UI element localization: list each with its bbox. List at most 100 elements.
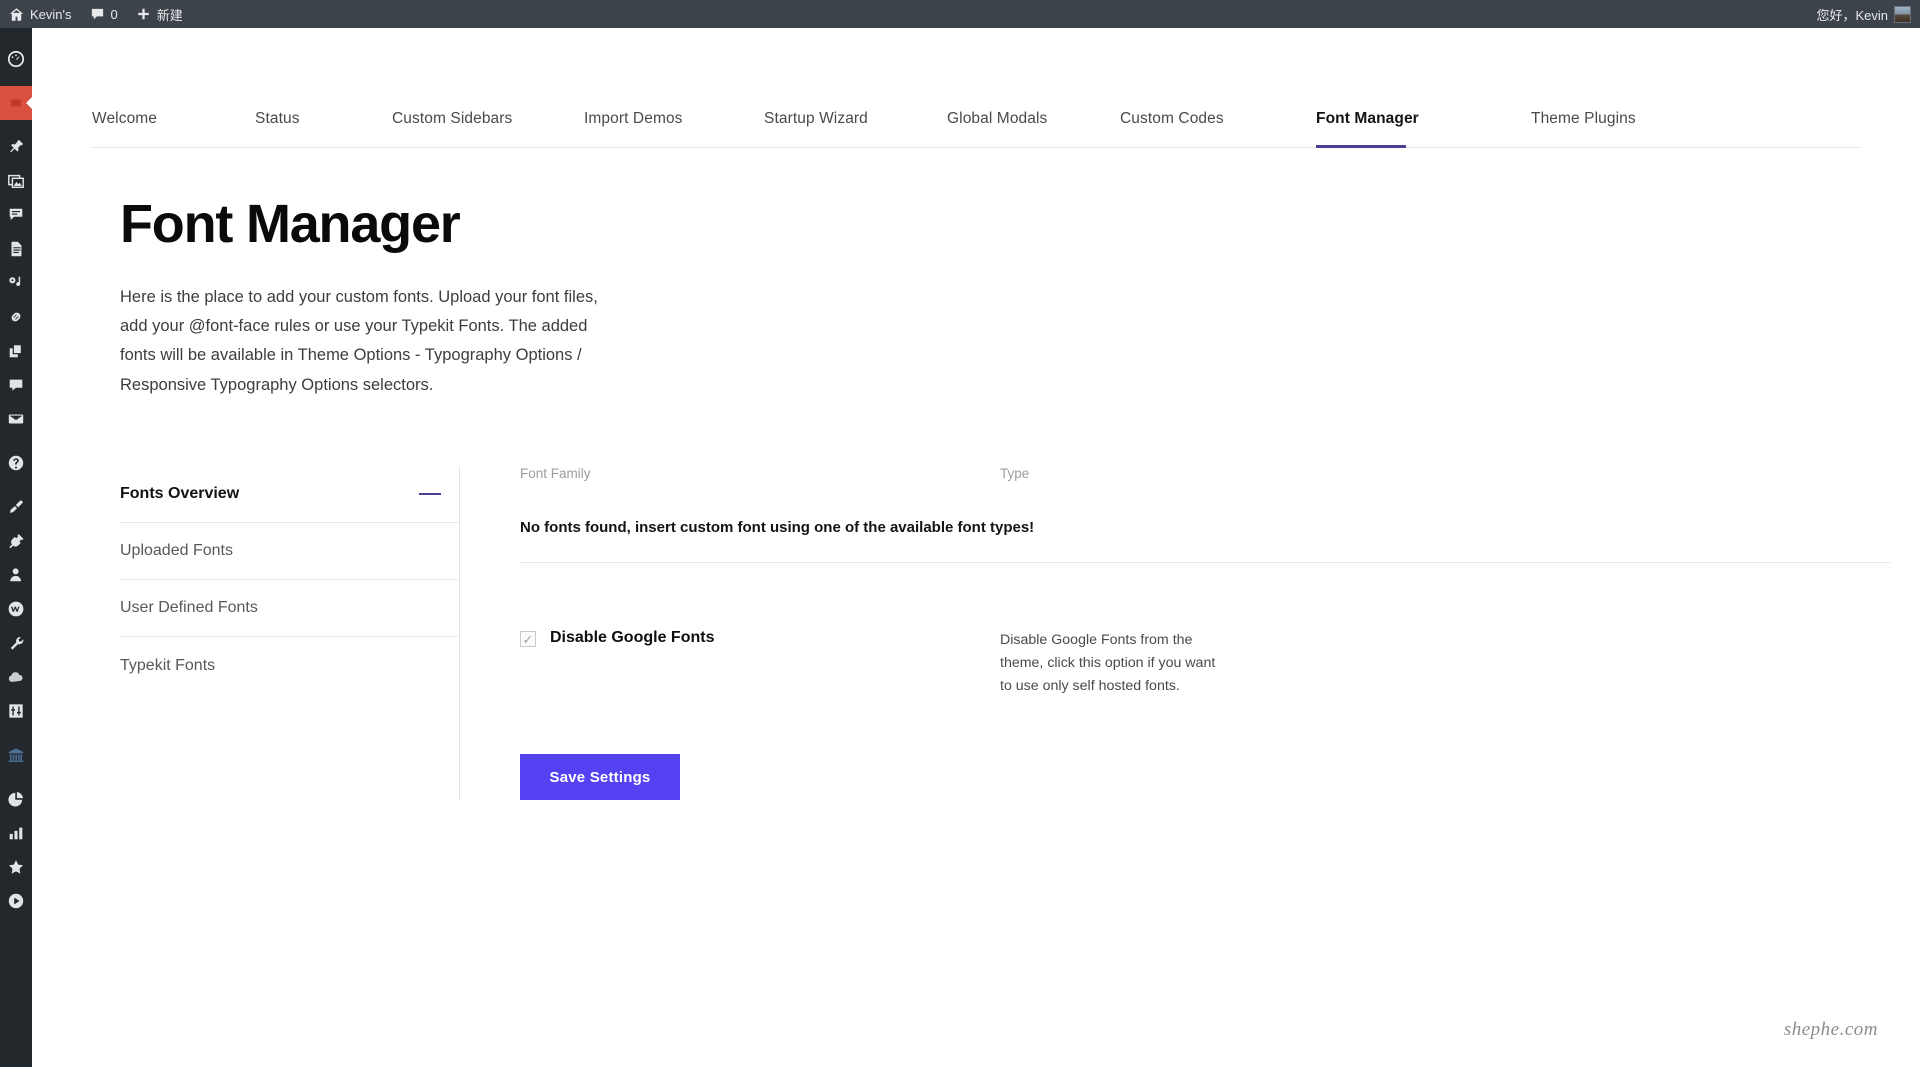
sidebar-item-media[interactable]: [0, 164, 32, 198]
analytics-building-icon: [7, 746, 25, 764]
duplicate-icon: [7, 342, 25, 360]
tab-custom-codes[interactable]: Custom Codes: [1120, 90, 1316, 147]
sidebar-item-wpbakery[interactable]: [0, 592, 32, 626]
pie-chart-icon: [7, 790, 25, 808]
sidebar-item-portfolio[interactable]: [0, 266, 32, 300]
sidebar-item-analytics[interactable]: [0, 738, 32, 772]
help-icon: [7, 454, 25, 472]
adminbar-new-label: 新建: [157, 5, 183, 24]
sidebar-item-plugins[interactable]: [0, 524, 32, 558]
font-section-tabs[interactable]: Fonts Overview Uploaded Fonts User Defin…: [120, 466, 460, 800]
pin-icon: [7, 138, 25, 156]
active-dash-icon: [419, 493, 441, 495]
sidebar-item-appearance[interactable]: [0, 490, 32, 524]
tab-custom-codes-label: Custom Codes: [1120, 110, 1224, 128]
watermark: shephe.com: [1784, 1019, 1878, 1041]
section-tab-fonts-overview-label: Fonts Overview: [120, 485, 239, 503]
hero-section: Font Manager Here is the place to add yo…: [120, 196, 1020, 400]
media-icon: [7, 172, 25, 190]
sidebar-item-duplicate[interactable]: [0, 334, 32, 368]
appearance-brush-icon: [7, 498, 25, 516]
section-tab-uploaded-fonts-label: Uploaded Fonts: [120, 542, 233, 560]
comment-bubble-icon: [90, 7, 105, 22]
section-tab-fonts-overview[interactable]: Fonts Overview: [120, 466, 459, 523]
portfolio-icon: [7, 274, 25, 292]
sidebar-item-pin[interactable]: [0, 130, 32, 164]
tab-custom-sidebars-label: Custom Sidebars: [392, 110, 512, 128]
adminbar-my-account[interactable]: 您好，Kevin: [1807, 0, 1920, 28]
admin-bar: Kevin's 0 新建 您好，Kevin: [0, 0, 1920, 28]
tab-status-label: Status: [255, 110, 300, 128]
tab-welcome-label: Welcome: [92, 110, 157, 128]
tab-import-demos-label: Import Demos: [584, 110, 683, 128]
users-icon: [7, 566, 25, 584]
tab-import-demos[interactable]: Import Demos: [584, 90, 764, 147]
tab-status[interactable]: Status: [255, 90, 392, 147]
disable-google-fonts-row: ✓ Disable Google Fonts Disable Google Fo…: [520, 629, 1890, 698]
tab-theme-plugins[interactable]: Theme Plugins: [1531, 90, 1636, 147]
adminbar-greeting: 您好，Kevin: [1816, 5, 1888, 24]
sidebar-item-help[interactable]: [0, 446, 32, 480]
section-tab-user-defined-fonts-label: User Defined Fonts: [120, 599, 258, 617]
font-manager-content: Fonts Overview Uploaded Fonts User Defin…: [120, 466, 1880, 800]
sidebar-item-links[interactable]: [0, 300, 32, 334]
column-header-font-family: Font Family: [520, 466, 1000, 481]
sidebar-item-favorites[interactable]: [0, 850, 32, 884]
section-tab-user-defined-fonts[interactable]: User Defined Fonts: [120, 580, 459, 637]
settings-sliders-icon: [7, 702, 25, 720]
star-icon: [7, 858, 25, 876]
play-circle-icon: [7, 892, 25, 910]
adminbar-site-name[interactable]: Kevin's: [0, 0, 81, 28]
sidebar-item-theme-panel[interactable]: [0, 86, 32, 120]
save-settings-button[interactable]: Save Settings: [520, 754, 680, 800]
mail-icon: [7, 410, 25, 428]
page-title: Font Manager: [120, 196, 1020, 253]
bar-chart-icon: [7, 824, 25, 842]
tab-startup-wizard[interactable]: Startup Wizard: [764, 90, 947, 147]
sidebar-item-dashboard[interactable]: [0, 42, 32, 76]
adminbar-new-content[interactable]: 新建: [127, 0, 192, 28]
tab-startup-wizard-label: Startup Wizard: [764, 110, 868, 128]
tab-global-modals[interactable]: Global Modals: [947, 90, 1120, 147]
disable-google-fonts-description: Disable Google Fonts from the theme, cli…: [1000, 629, 1230, 698]
theme-options-tabs[interactable]: Welcome Status Custom Sidebars Import De…: [92, 90, 1860, 148]
wp-admin-menu[interactable]: [0, 28, 32, 1067]
section-tab-uploaded-fonts[interactable]: Uploaded Fonts: [120, 523, 459, 580]
sidebar-item-media-player[interactable]: [0, 884, 32, 918]
sidebar-item-tools[interactable]: [0, 626, 32, 660]
disable-google-fonts-label: Disable Google Fonts: [550, 629, 714, 647]
section-tab-typekit-fonts-label: Typekit Fonts: [120, 657, 215, 675]
wpbakery-icon: [7, 600, 25, 618]
dashboard-icon: [7, 50, 25, 68]
plus-icon: [136, 7, 151, 22]
tab-custom-sidebars[interactable]: Custom Sidebars: [392, 90, 584, 147]
fonts-overview-panel: Font Family Type No fonts found, insert …: [460, 466, 1890, 800]
sidebar-item-settings[interactable]: [0, 694, 32, 728]
cloud-icon: [7, 668, 25, 686]
sidebar-item-reports[interactable]: [0, 782, 32, 816]
comments-icon: [7, 376, 25, 394]
sidebar-item-cloud[interactable]: [0, 660, 32, 694]
page-description: Here is the place to add your custom fon…: [120, 283, 620, 400]
sidebar-item-mail[interactable]: [0, 402, 32, 436]
tab-theme-plugins-label: Theme Plugins: [1531, 110, 1636, 128]
link-icon: [7, 308, 25, 326]
sidebar-item-users[interactable]: [0, 558, 32, 592]
plugins-plug-icon: [7, 532, 25, 550]
sidebar-item-comments[interactable]: [0, 368, 32, 402]
avatar: [1894, 6, 1911, 23]
section-tab-typekit-fonts[interactable]: Typekit Fonts: [120, 637, 459, 694]
tab-font-manager[interactable]: Font Manager: [1316, 90, 1406, 147]
disable-google-fonts-checkbox[interactable]: ✓: [520, 631, 536, 647]
adminbar-comments-count: 0: [111, 7, 118, 22]
tools-wrench-icon: [7, 634, 25, 652]
column-header-type: Type: [1000, 466, 1890, 481]
theme-panel-icon: [9, 96, 23, 110]
sidebar-item-pages[interactable]: [0, 232, 32, 266]
sidebar-item-stats[interactable]: [0, 816, 32, 850]
sidebar-item-forms[interactable]: [0, 198, 32, 232]
tab-global-modals-label: Global Modals: [947, 110, 1047, 128]
tab-welcome[interactable]: Welcome: [92, 90, 255, 147]
adminbar-comments[interactable]: 0: [81, 0, 127, 28]
disable-google-fonts-control[interactable]: ✓ Disable Google Fonts: [520, 629, 1000, 698]
